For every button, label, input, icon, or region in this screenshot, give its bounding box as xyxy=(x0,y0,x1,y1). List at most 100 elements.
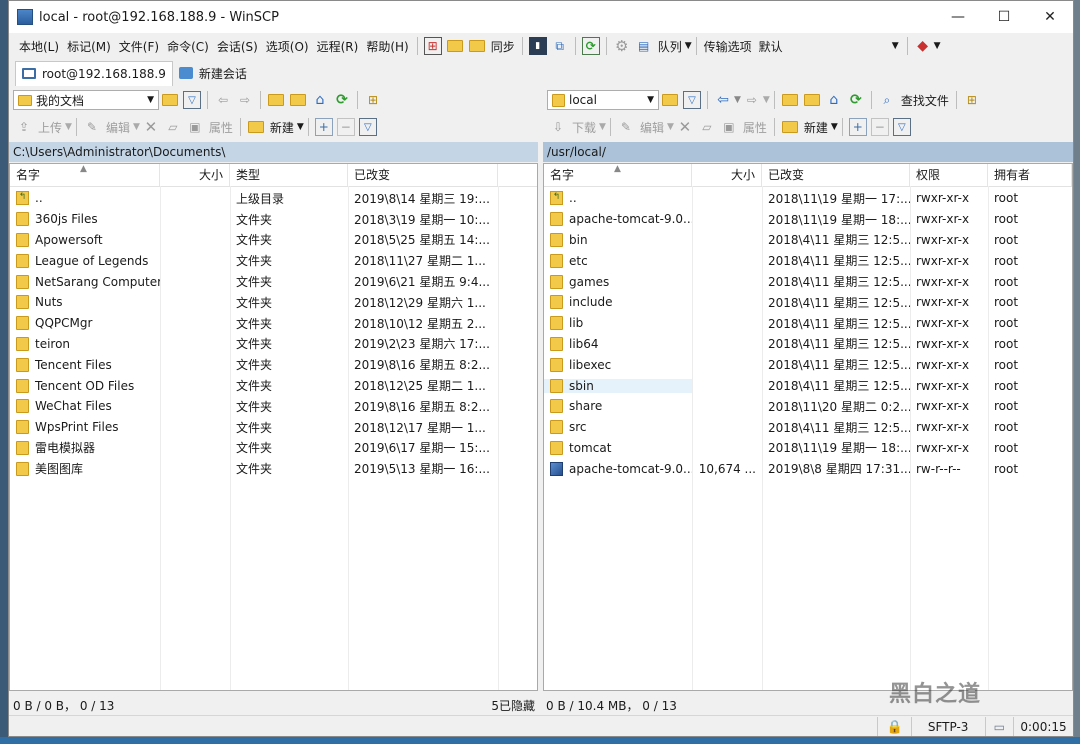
new-folder-icon[interactable] xyxy=(247,118,265,136)
menu-local[interactable]: 本地(L) xyxy=(15,38,63,55)
chevron-down-icon[interactable]: ▼ xyxy=(599,122,606,132)
new-button[interactable]: 新建 xyxy=(267,119,297,136)
upload-icon[interactable]: ⇪ xyxy=(15,118,33,136)
menu-help[interactable]: 帮助(H) xyxy=(362,38,412,55)
find-files-button[interactable]: 查找文件 xyxy=(898,92,952,109)
encryption-lock-icon[interactable]: 🔒 xyxy=(877,717,910,736)
edit-icon[interactable]: ✎ xyxy=(617,118,635,136)
table-row[interactable]: Tencent OD Files 文件夹 2018\12\25 星期二 1... xyxy=(10,375,537,396)
maximize-button[interactable]: ☐ xyxy=(981,1,1027,33)
home-icon[interactable]: ⌂ xyxy=(311,91,329,109)
edit-button[interactable]: 编辑 xyxy=(637,119,667,136)
parent-directory-icon[interactable] xyxy=(781,91,799,109)
right-location-select[interactable]: local ▼ xyxy=(547,90,659,110)
minimize-button[interactable]: — xyxy=(935,1,981,33)
close-button[interactable]: ✕ xyxy=(1027,1,1073,33)
root-directory-icon[interactable] xyxy=(289,91,307,109)
table-row[interactable]: sbin 2018\4\11 星期三 12:5... rwxr-xr-x root xyxy=(544,375,1072,396)
table-row[interactable]: WpsPrint Files 文件夹 2018\12\17 星期一 1... xyxy=(10,417,537,438)
table-row[interactable]: lib64 2018\4\11 星期三 12:5... rwxr-xr-x root xyxy=(544,334,1072,355)
chevron-down-icon[interactable]: ▼ xyxy=(133,122,140,132)
synchronize-button[interactable]: 同步 xyxy=(488,38,518,55)
menu-remote[interactable]: 远程(R) xyxy=(313,38,363,55)
table-row[interactable]: bin 2018\4\11 星期三 12:5... rwxr-xr-x root xyxy=(544,230,1072,251)
properties-button[interactable]: 属性 xyxy=(206,119,236,136)
column-header-changed[interactable]: 已改变 xyxy=(348,164,498,186)
download-button[interactable]: 下载 xyxy=(569,119,599,136)
table-row[interactable]: Nuts 文件夹 2018\12\29 星期六 1... xyxy=(10,292,537,313)
table-row[interactable]: teiron 文件夹 2019\2\23 星期六 17:... xyxy=(10,334,537,355)
open-directory-icon[interactable] xyxy=(161,91,179,109)
table-row[interactable]: 360js Files 文件夹 2018\3\19 星期一 10:... xyxy=(10,209,537,230)
right-file-panel[interactable]: 名字 ▲ 大小 已改变 权限 拥有者 ↰.. 2018\11\19 星期一 17:.… xyxy=(543,163,1073,691)
delete-icon[interactable]: ✕ xyxy=(676,118,694,136)
column-header-name[interactable]: 名字 ▲ xyxy=(10,164,160,186)
chevron-down-icon[interactable]: ▼ xyxy=(763,95,770,105)
transfer-options-select[interactable]: 默认 ▼ xyxy=(755,36,903,56)
hidden-files-count[interactable]: 5已隐藏 xyxy=(491,697,537,714)
edit-button[interactable]: 编辑 xyxy=(103,119,133,136)
delete-icon[interactable]: ✕ xyxy=(142,118,160,136)
table-row[interactable]: apache-tomcat-9.0.... 10,674 ... 2019\8\8 … xyxy=(544,458,1072,479)
collapse-icon[interactable]: − xyxy=(336,118,355,136)
table-row[interactable]: libexec 2018\4\11 星期三 12:5... rwxr-xr-x roo… xyxy=(544,354,1072,375)
tree-view-icon[interactable]: ⊞ xyxy=(364,91,382,109)
left-file-panel[interactable]: 名字 ▲ 大小 类型 已改变 ↰.. 上级目录 2019\8\14 星期三 19:..… xyxy=(9,163,538,691)
table-row[interactable]: QQPCMgr 文件夹 2018\10\12 星期五 2... xyxy=(10,313,537,334)
menu-session[interactable]: 会话(S) xyxy=(213,38,262,55)
right-path-bar[interactable]: /usr/local/ xyxy=(543,142,1073,162)
refresh-icon[interactable]: ⟳ xyxy=(333,91,351,109)
filter-mask-icon[interactable]: ▽ xyxy=(358,118,377,136)
rename-icon[interactable]: ▱ xyxy=(164,118,182,136)
chevron-down-icon[interactable]: ▼ xyxy=(734,95,741,105)
menu-options[interactable]: 选项(O) xyxy=(262,38,313,55)
chevron-down-icon[interactable]: ▼ xyxy=(297,122,304,132)
upload-button[interactable]: 上传 xyxy=(35,119,65,136)
home-icon[interactable]: ⌂ xyxy=(825,91,843,109)
table-row[interactable]: tomcat 2018\11\19 星期一 18:... rwxr-xr-x root xyxy=(544,438,1072,459)
tab-session-root[interactable]: root@192.168.188.9 xyxy=(15,60,173,86)
compare-directories-icon[interactable]: ⊞ xyxy=(423,37,442,55)
chevron-down-icon[interactable]: ▼ xyxy=(831,122,838,132)
menu-mark[interactable]: 标记(M) xyxy=(63,38,115,55)
putty-icon[interactable]: ⧉ xyxy=(551,37,569,55)
tab-new-session[interactable]: 新建会话 xyxy=(173,61,253,85)
forward-arrow-icon[interactable]: ⇨ xyxy=(236,91,254,109)
forward-arrow-icon[interactable]: ⇨ xyxy=(743,91,761,109)
chevron-down-icon[interactable]: ▼ xyxy=(65,122,72,132)
queue-icon[interactable]: ▤ xyxy=(635,37,653,55)
chevron-down-icon[interactable]: ▼ xyxy=(934,41,941,51)
table-row[interactable]: 雷电模拟器 文件夹 2019\6\17 星期一 15:... xyxy=(10,438,537,459)
column-header-name[interactable]: 名字 ▲ xyxy=(544,164,692,186)
menu-commands[interactable]: 命令(C) xyxy=(163,38,213,55)
queue-button[interactable]: 队列 xyxy=(655,38,685,55)
queue-chevron-down-icon[interactable]: ▼ xyxy=(685,41,692,51)
column-header-changed[interactable]: 已改变 xyxy=(762,164,910,186)
column-header-owner[interactable]: 拥有者 xyxy=(988,164,1072,186)
properties-icon[interactable]: ▣ xyxy=(186,118,204,136)
open-directory-icon[interactable] xyxy=(661,91,679,109)
table-row[interactable]: Tencent Files 文件夹 2019\8\16 星期五 8:2... xyxy=(10,354,537,375)
download-icon[interactable]: ⇩ xyxy=(549,118,567,136)
table-row[interactable]: include 2018\4\11 星期三 12:5... rwxr-xr-x roo… xyxy=(544,292,1072,313)
menu-files[interactable]: 文件(F) xyxy=(115,38,163,55)
table-row[interactable]: games 2018\4\11 星期三 12:5... rwxr-xr-x root xyxy=(544,271,1072,292)
new-folder-icon[interactable] xyxy=(781,118,799,136)
refresh-session-icon[interactable]: ⟳ xyxy=(581,37,600,55)
table-row[interactable]: 美图图库 文件夹 2019\5\13 星期一 16:... xyxy=(10,458,537,479)
left-path-bar[interactable]: C:\Users\Administrator\Documents\ xyxy=(9,142,538,162)
back-arrow-icon[interactable]: ⇦ xyxy=(714,91,732,109)
filter-mask-icon[interactable]: ▽ xyxy=(892,118,911,136)
filter-icon[interactable]: ▽ xyxy=(183,91,201,109)
table-row[interactable]: League of Legends 文件夹 2018\11\27 星期二 1... xyxy=(10,250,537,271)
rename-icon[interactable]: ▱ xyxy=(698,118,716,136)
filter-icon[interactable]: ▽ xyxy=(683,91,701,109)
expand-icon[interactable]: + xyxy=(848,118,867,136)
table-row[interactable]: apache-tomcat-9.0.... 2018\11\19 星期一 18:.… xyxy=(544,209,1072,230)
table-row[interactable]: share 2018\11\20 星期二 0:2... rwxr-xr-x root xyxy=(544,396,1072,417)
edit-icon[interactable]: ✎ xyxy=(83,118,101,136)
table-row[interactable]: etc 2018\4\11 星期三 12:5... rwxr-xr-x root xyxy=(544,250,1072,271)
console-icon[interactable]: ▮ xyxy=(528,37,547,55)
column-header-type[interactable]: 类型 xyxy=(230,164,348,186)
chevron-down-icon[interactable]: ▼ xyxy=(667,122,674,132)
